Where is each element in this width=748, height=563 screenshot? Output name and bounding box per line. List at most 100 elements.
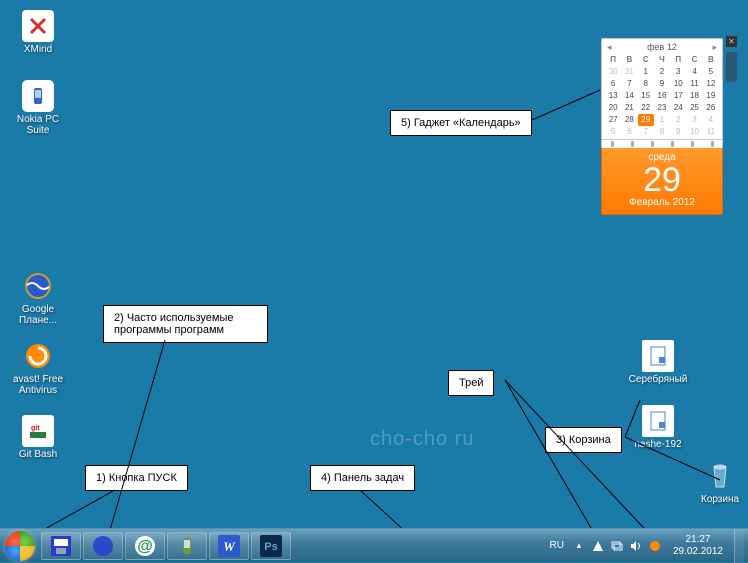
calendar-dow: С xyxy=(638,54,654,66)
calendar-cell[interactable]: 17 xyxy=(670,90,686,102)
calendar-gadget[interactable]: ✕ ◂ фев 12 ▸ ПВСЧПСВ30311234567891011121… xyxy=(601,38,723,215)
calendar-month-view[interactable]: ◂ фев 12 ▸ ПВСЧПСВ3031123456789101112131… xyxy=(601,38,723,140)
taskbar-item-photoshop[interactable]: Ps xyxy=(251,532,291,560)
gadget-drag-handle[interactable] xyxy=(726,52,737,82)
word-icon: W xyxy=(218,535,240,557)
calendar-cell[interactable]: 3 xyxy=(686,114,702,126)
callout-taskbar: 4) Панель задач xyxy=(310,465,415,491)
tray-network-icon[interactable] xyxy=(610,539,624,553)
calendar-day-number: 29 xyxy=(602,163,722,197)
calendar-cell[interactable]: 19 xyxy=(703,90,719,102)
calendar-cell[interactable]: 6 xyxy=(605,78,621,90)
desktop-icon-label: Корзина xyxy=(690,494,748,505)
calendar-cell[interactable]: 29 xyxy=(638,114,654,126)
calendar-cell[interactable]: 9 xyxy=(670,126,686,138)
calendar-cell[interactable]: 16 xyxy=(654,90,670,102)
calendar-cell[interactable]: 3 xyxy=(670,66,686,78)
calendar-cell[interactable]: 31 xyxy=(621,66,637,78)
gadget-close-icon[interactable]: ✕ xyxy=(726,36,737,47)
calendar-cell[interactable]: 18 xyxy=(686,90,702,102)
calendar-dow: Ч xyxy=(654,54,670,66)
calendar-cell[interactable]: 5 xyxy=(605,126,621,138)
calendar-cell[interactable]: 24 xyxy=(670,102,686,114)
calendar-cell[interactable]: 21 xyxy=(621,102,637,114)
tray-clock[interactable]: 21:27 29.02.2012 xyxy=(667,534,729,558)
desktop-icon-nashe[interactable]: nashe-192 xyxy=(628,405,688,450)
calendar-dow: П xyxy=(670,54,686,66)
tray-volume-icon[interactable] xyxy=(629,539,643,553)
calendar-cell[interactable]: 5 xyxy=(703,66,719,78)
calendar-cell[interactable]: 15 xyxy=(638,90,654,102)
calendar-cell[interactable]: 1 xyxy=(654,114,670,126)
calendar-dow: В xyxy=(703,54,719,66)
calendar-cell[interactable]: 26 xyxy=(703,102,719,114)
calendar-cell[interactable]: 2 xyxy=(654,66,670,78)
callout-start: 1) Кнопка ПУСК xyxy=(85,465,188,491)
desktop-icon-label: Серебряный xyxy=(628,374,688,385)
calendar-cell[interactable]: 11 xyxy=(703,126,719,138)
calendar-cell[interactable]: 28 xyxy=(621,114,637,126)
taskbar-item-firefox[interactable] xyxy=(83,532,123,560)
calendar-cell[interactable]: 4 xyxy=(703,114,719,126)
tray-avast-icon[interactable] xyxy=(648,539,662,553)
calendar-cell[interactable]: 9 xyxy=(654,78,670,90)
calendar-cell[interactable]: 7 xyxy=(621,78,637,90)
calendar-month-year: Февраль 2012 xyxy=(602,197,722,208)
desktop-icon-gitbash[interactable]: git Git Bash xyxy=(8,415,68,460)
desktop-icon-avast[interactable]: avast! Free Antivirus xyxy=(8,340,68,396)
desktop-icon-nokia[interactable]: Nokia PC Suite xyxy=(8,80,68,136)
desktop-icon-silver[interactable]: Серебряный xyxy=(628,340,688,385)
tray-date: 29.02.2012 xyxy=(673,546,723,558)
desktop-icon-google-earth[interactable]: Google Плане... xyxy=(8,270,68,326)
calendar-cell[interactable]: 6 xyxy=(621,126,637,138)
at-icon: @ xyxy=(134,535,156,557)
calendar-cell[interactable]: 23 xyxy=(654,102,670,114)
taskbar-item-mailru[interactable]: @ xyxy=(125,532,165,560)
calendar-cell[interactable]: 25 xyxy=(686,102,702,114)
calendar-dow: С xyxy=(686,54,702,66)
taskbar-item-nokia[interactable] xyxy=(167,532,207,560)
calendar-cell[interactable]: 22 xyxy=(638,102,654,114)
taskbar-item-word[interactable]: W xyxy=(209,532,249,560)
calendar-cell[interactable]: 11 xyxy=(686,78,702,90)
calendar-cell[interactable]: 12 xyxy=(703,78,719,90)
callout-recycle: 3) Корзина xyxy=(545,427,622,453)
show-desktop-button[interactable] xyxy=(734,529,744,563)
windows-logo-icon xyxy=(5,531,35,561)
desktop-icon-label: nashe-192 xyxy=(628,439,688,450)
calendar-cell[interactable]: 7 xyxy=(638,126,654,138)
calendar-cell[interactable]: 2 xyxy=(670,114,686,126)
calendar-cell[interactable]: 8 xyxy=(654,126,670,138)
calendar-cell[interactable]: 10 xyxy=(670,78,686,90)
calendar-cell[interactable]: 30 xyxy=(605,66,621,78)
tray-language[interactable]: RU xyxy=(546,539,566,552)
calendar-cell[interactable]: 8 xyxy=(638,78,654,90)
calendar-cell[interactable]: 1 xyxy=(638,66,654,78)
svg-text:@: @ xyxy=(137,538,153,555)
system-tray: RU ▴ 21:27 29.02.2012 xyxy=(542,529,748,562)
calendar-cell[interactable]: 13 xyxy=(605,90,621,102)
calendar-next-icon[interactable]: ▸ xyxy=(712,42,717,53)
calendar-cell[interactable]: 10 xyxy=(686,126,702,138)
calendar-cell[interactable]: 27 xyxy=(605,114,621,126)
callout-tray: Трей xyxy=(448,370,494,396)
svg-text:Ps: Ps xyxy=(264,541,277,553)
calendar-month-label: фев 12 xyxy=(647,42,677,52)
callout-gadget: 5) Гаджет «Календарь» xyxy=(390,110,532,136)
tray-show-hidden-icon[interactable]: ▴ xyxy=(572,539,586,553)
calendar-binding-rings xyxy=(601,140,723,148)
taskbar-item-save[interactable] xyxy=(41,532,81,560)
calendar-prev-icon[interactable]: ◂ xyxy=(607,42,612,53)
desktop-icon-label: Git Bash xyxy=(8,449,68,460)
desktop-icon-xmind[interactable]: XMind xyxy=(8,10,68,55)
calendar-cell[interactable]: 20 xyxy=(605,102,621,114)
start-button[interactable] xyxy=(0,529,40,563)
desktop-icon-label: avast! Free Antivirus xyxy=(8,374,68,396)
calendar-cell[interactable]: 4 xyxy=(686,66,702,78)
calendar-cell[interactable]: 14 xyxy=(621,90,637,102)
tray-time: 21:27 xyxy=(673,534,723,546)
watermark: cho-cho ru xyxy=(370,428,475,451)
desktop-icon-recycle-bin[interactable]: Корзина xyxy=(690,460,748,505)
tray-action-center-icon[interactable] xyxy=(591,539,605,553)
calendar-dow: П xyxy=(605,54,621,66)
